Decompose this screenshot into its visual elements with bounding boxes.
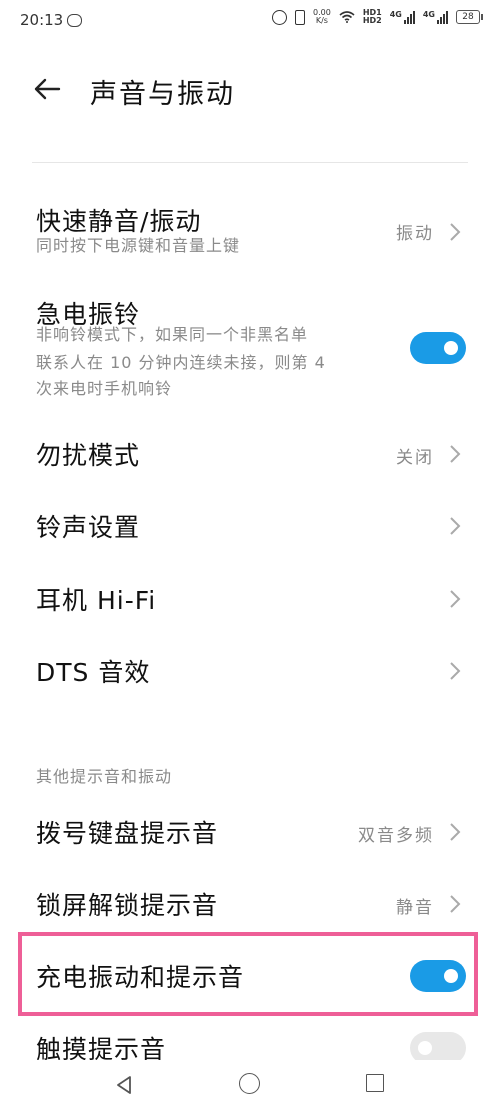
row-hifi[interactable]: 耳机 Hi-Fi [0,565,500,633]
hd-indicator: HD1 HD2 [363,9,382,25]
chevron-right-icon [450,823,461,841]
row-lock-sound[interactable]: 锁屏解锁提示音 静音 [0,870,500,938]
row-value: 振动 [396,224,434,244]
chevron-right-icon [450,223,461,241]
header-divider [32,162,468,163]
row-dnd[interactable]: 勿扰模式 关闭 [0,420,500,488]
row-touch-sound[interactable]: 触摸提示音 [0,1020,500,1060]
nav-home-icon[interactable] [239,1073,260,1094]
row-urgent-ring[interactable]: 急电振铃 非响铃模式下，如果同一个非黑名单 联系人在 10 分钟内连续未接，则第… [0,283,500,408]
row-ringtone[interactable]: 铃声设置 [0,492,500,560]
row-title: DTS 音效 [36,658,151,687]
row-title: 快速静音/振动 [36,207,202,236]
status-bar: 20:13 0.00 K/s HD1 HD2 4G 4G 28 [0,0,500,44]
navigation-bar [0,1060,500,1111]
message-icon [67,13,83,27]
status-left: 20:13 [20,11,83,29]
chevron-right-icon [450,590,461,608]
status-right: 0.00 K/s HD1 HD2 4G 4G 28 [272,9,483,25]
sim1-network: 4G [389,10,402,19]
row-title: 勿扰模式 [36,441,141,470]
row-value: 关闭 [396,448,434,468]
hd-bottom: HD2 [362,16,382,25]
row-dts[interactable]: DTS 音效 [0,637,500,705]
signal-icon-sim1: 4G [390,10,415,24]
row-dialpad[interactable]: 拨号键盘提示音 双音多频 [0,798,500,866]
chevron-right-icon [450,895,461,913]
nav-back-icon[interactable] [114,1074,134,1096]
row-quick-mute[interactable]: 快速静音/振动 同时按下电源键和音量上键 振动 [0,190,500,270]
row-subtitle-line2: 联系人在 10 分钟内连续未接，则第 4 [36,353,326,372]
back-arrow-icon[interactable] [32,74,62,104]
row-value: 静音 [396,898,434,918]
highlight-box [18,932,478,1016]
row-subtitle: 同时按下电源键和音量上键 [36,236,241,255]
row-subtitle-line3: 次来电时手机响铃 [36,379,173,398]
chevron-right-icon [450,445,461,463]
row-title: 铃声设置 [36,513,141,542]
status-time: 20:13 [20,11,64,29]
battery-icon: 28 [456,10,483,24]
net-speed-unit: K/s [315,16,328,25]
row-title: 耳机 Hi-Fi [36,586,157,615]
wifi-icon [339,11,355,23]
row-title: 拨号键盘提示音 [36,819,219,848]
alarm-icon [272,9,287,25]
row-title: 锁屏解锁提示音 [36,891,219,920]
toggle-knob [418,1041,432,1055]
chevron-right-icon [450,517,461,535]
sim2-network: 4G [422,10,435,19]
vibrate-icon [295,9,305,25]
app-header: 声音与振动 [0,60,500,120]
urgent-ring-toggle[interactable] [410,332,466,364]
touch-sound-toggle[interactable] [410,1032,466,1060]
row-subtitle-line1: 非响铃模式下，如果同一个非黑名单 [36,325,309,344]
signal-icon-sim2: 4G [423,10,448,24]
net-speed: 0.00 K/s [313,9,331,25]
page-title: 声音与振动 [90,79,235,110]
section-header-other: 其他提示音和振动 [36,767,173,786]
toggle-knob [444,341,458,355]
nav-recents-icon[interactable] [366,1074,384,1092]
row-value: 双音多频 [358,826,434,846]
row-title: 触摸提示音 [36,1035,167,1060]
chevron-right-icon [450,662,461,680]
